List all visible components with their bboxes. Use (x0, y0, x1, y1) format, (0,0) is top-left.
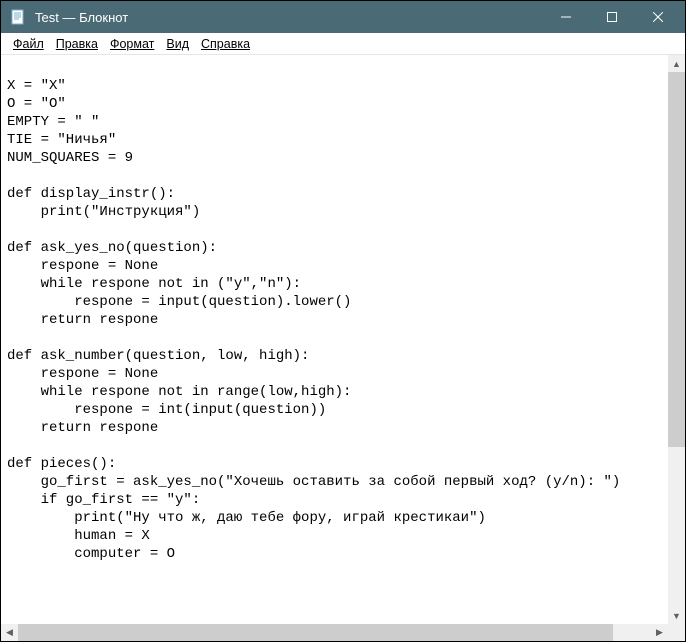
menu-help[interactable]: Справка (195, 35, 256, 53)
hscroll-track[interactable] (18, 624, 651, 641)
vertical-scrollbar[interactable]: ▲ ▼ (668, 55, 685, 624)
menu-format[interactable]: Формат (104, 35, 160, 53)
menu-edit[interactable]: Правка (50, 35, 104, 53)
content-area: X = "X" O = "O" EMPTY = " " TIE = "Ничья… (1, 55, 685, 624)
minimize-button[interactable] (543, 1, 589, 33)
maximize-button[interactable] (589, 1, 635, 33)
vscroll-thumb[interactable] (668, 72, 685, 447)
bottom-scroll-row: ◀ ▶ (1, 624, 685, 641)
vscroll-track[interactable] (668, 72, 685, 607)
window-title: Test — Блокнот (35, 10, 543, 25)
menubar: Файл Правка Формат Вид Справка (1, 33, 685, 55)
menu-view[interactable]: Вид (160, 35, 195, 53)
notepad-icon (9, 8, 27, 26)
scroll-corner (668, 624, 685, 641)
close-button[interactable] (635, 1, 681, 33)
horizontal-scrollbar[interactable]: ◀ ▶ (1, 624, 668, 641)
scroll-down-icon[interactable]: ▼ (668, 607, 685, 624)
text-editor[interactable]: X = "X" O = "O" EMPTY = " " TIE = "Ничья… (1, 55, 668, 624)
scroll-right-icon[interactable]: ▶ (651, 624, 668, 641)
window-controls (543, 1, 681, 33)
hscroll-thumb[interactable] (18, 624, 613, 641)
scroll-left-icon[interactable]: ◀ (1, 624, 18, 641)
scroll-up-icon[interactable]: ▲ (668, 55, 685, 72)
notepad-window: Test — Блокнот Файл Правка Формат Вид Сп… (1, 1, 685, 641)
titlebar[interactable]: Test — Блокнот (1, 1, 685, 33)
menu-file[interactable]: Файл (7, 35, 50, 53)
